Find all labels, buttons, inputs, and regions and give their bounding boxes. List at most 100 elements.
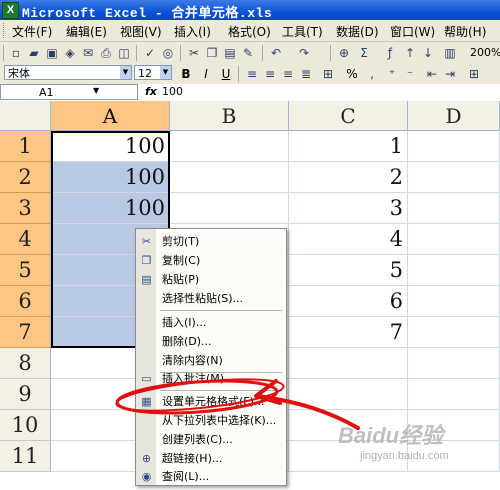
underline-button[interactable]: U bbox=[218, 66, 234, 82]
align-right-icon[interactable]: ≡ bbox=[280, 66, 296, 82]
cell-c2[interactable]: 2 bbox=[289, 162, 408, 193]
excel-app-icon[interactable]: X bbox=[2, 2, 19, 19]
zoom-box[interactable]: 200% bbox=[470, 46, 500, 59]
menu-edit[interactable]: 编辑(E) bbox=[66, 23, 107, 40]
select-all-corner[interactable] bbox=[0, 101, 51, 131]
row-header[interactable]: 7 bbox=[0, 317, 51, 348]
research-icon[interactable]: ◎ bbox=[160, 45, 176, 61]
justify-icon[interactable]: ≣ bbox=[298, 66, 314, 82]
chevron-down-icon[interactable]: ▼ bbox=[120, 66, 131, 79]
chart-wizard-icon[interactable]: ▥ bbox=[442, 45, 458, 61]
chevron-down-icon[interactable]: ▼ bbox=[93, 86, 99, 95]
increase-indent-icon[interactable]: ⇥ bbox=[442, 66, 458, 82]
context-item-format-cells[interactable]: ▦ 设置单元格格式(F)... bbox=[136, 392, 286, 411]
menu-file[interactable]: 文件(F) bbox=[12, 23, 52, 40]
function-icon[interactable]: ƒ bbox=[382, 45, 398, 61]
redo-icon[interactable]: ↷ bbox=[296, 45, 312, 61]
cell-c4[interactable]: 4 bbox=[289, 224, 408, 255]
cell-c1[interactable]: 1 bbox=[289, 131, 408, 162]
autosum-icon[interactable]: Σ bbox=[356, 45, 372, 61]
context-item-delete[interactable]: 删除(D)... bbox=[136, 332, 286, 351]
cell-c8[interactable] bbox=[289, 348, 408, 379]
context-item-copy[interactable]: ❐ 复制(C) bbox=[136, 251, 286, 270]
context-item-insert-comment[interactable]: ▭ 插入批注(M) bbox=[136, 369, 286, 388]
context-item-paste[interactable]: ▤ 粘贴(P) bbox=[136, 270, 286, 289]
row-header[interactable]: 10 bbox=[0, 410, 51, 441]
cell-c6[interactable]: 6 bbox=[289, 286, 408, 317]
menu-window[interactable]: 窗口(W) bbox=[390, 23, 435, 40]
column-header-a[interactable]: A bbox=[51, 101, 170, 131]
context-item-pick-from-list[interactable]: 从下拉列表中选择(K)... bbox=[136, 411, 286, 430]
print-preview-icon[interactable]: ◫ bbox=[116, 45, 132, 61]
cell-a3[interactable]: 100 bbox=[51, 193, 170, 224]
cell-c5[interactable]: 5 bbox=[289, 255, 408, 286]
hyperlink-icon[interactable]: ⊕ bbox=[336, 45, 352, 61]
align-center-icon[interactable]: ≡ bbox=[262, 66, 278, 82]
font-name-box[interactable]: 宋体 ▼ bbox=[4, 65, 132, 80]
cell-d4[interactable] bbox=[408, 224, 500, 255]
open-icon[interactable]: ▰ bbox=[26, 45, 42, 61]
row-header[interactable]: 8 bbox=[0, 348, 51, 379]
row-header[interactable]: 6 bbox=[0, 286, 51, 317]
context-item-lookup[interactable]: ◉ 查阅(L)... bbox=[136, 467, 286, 486]
menu-help[interactable]: 帮助(H) bbox=[444, 23, 486, 40]
name-box[interactable]: A1 ▼ bbox=[0, 84, 138, 100]
menu-tools[interactable]: 工具(T) bbox=[282, 23, 323, 40]
align-left-icon[interactable]: ≡ bbox=[244, 66, 260, 82]
row-header[interactable]: 3 bbox=[0, 193, 51, 224]
comma-style-icon[interactable]: , bbox=[364, 66, 380, 82]
cell-b1[interactable] bbox=[170, 131, 289, 162]
column-header-d[interactable]: D bbox=[408, 101, 500, 131]
cell-d1[interactable] bbox=[408, 131, 500, 162]
menu-insert[interactable]: 插入(I) bbox=[174, 23, 211, 40]
menu-data[interactable]: 数据(D) bbox=[336, 23, 379, 40]
column-header-c[interactable]: C bbox=[289, 101, 408, 131]
decrease-indent-icon[interactable]: ⇤ bbox=[424, 66, 440, 82]
print-icon[interactable]: ⎙ bbox=[98, 45, 114, 61]
menu-format[interactable]: 格式(O) bbox=[228, 23, 271, 40]
row-header[interactable]: 2 bbox=[0, 162, 51, 193]
increase-decimal-icon[interactable]: ⁺ bbox=[384, 66, 400, 82]
permission-icon[interactable]: ◈ bbox=[62, 45, 78, 61]
menu-view[interactable]: 视图(V) bbox=[120, 23, 162, 40]
percent-style-button[interactable]: % bbox=[344, 66, 360, 82]
cell-a1[interactable]: 100 bbox=[51, 131, 170, 162]
cut-icon[interactable]: ✂ bbox=[186, 45, 202, 61]
spelling-icon[interactable]: ✓ bbox=[142, 45, 158, 61]
decrease-decimal-icon[interactable]: ⁻ bbox=[402, 66, 418, 82]
context-item-paste-special[interactable]: 选择性粘贴(S)... bbox=[136, 289, 286, 308]
menu-grip[interactable] bbox=[3, 23, 7, 38]
undo-icon[interactable]: ↶ bbox=[268, 45, 284, 61]
bold-button[interactable]: B bbox=[178, 66, 194, 82]
chevron-down-icon[interactable]: ▼ bbox=[160, 66, 171, 79]
sort-ascending-icon[interactable]: ↑ bbox=[402, 45, 418, 61]
font-size-box[interactable]: 12 ▼ bbox=[134, 65, 172, 80]
cell-d5[interactable] bbox=[408, 255, 500, 286]
cell-d8[interactable] bbox=[408, 348, 500, 379]
format-painter-icon[interactable]: ✎ bbox=[240, 45, 256, 61]
italic-button[interactable]: I bbox=[198, 66, 214, 82]
borders-icon[interactable]: ⊞ bbox=[466, 66, 482, 82]
cell-d3[interactable] bbox=[408, 193, 500, 224]
email-icon[interactable]: ✉ bbox=[80, 45, 96, 61]
row-header[interactable]: 11 bbox=[0, 441, 51, 472]
cell-d9[interactable] bbox=[408, 379, 500, 410]
cell-c3[interactable]: 3 bbox=[289, 193, 408, 224]
cell-d2[interactable] bbox=[408, 162, 500, 193]
context-item-cut[interactable]: ✂ 剪切(T) bbox=[136, 232, 286, 251]
context-item-insert[interactable]: 插入(I)... bbox=[136, 313, 286, 332]
context-item-clear-contents[interactable]: 清除内容(N) bbox=[136, 351, 286, 370]
cell-d7[interactable] bbox=[408, 317, 500, 348]
cell-b2[interactable] bbox=[170, 162, 289, 193]
new-icon[interactable]: ▫ bbox=[8, 45, 24, 61]
insert-function-icon[interactable]: fx bbox=[145, 85, 157, 98]
row-header[interactable]: 5 bbox=[0, 255, 51, 286]
cell-c9[interactable] bbox=[289, 379, 408, 410]
context-item-create-list[interactable]: 创建列表(C)... bbox=[136, 430, 286, 449]
row-header[interactable]: 9 bbox=[0, 379, 51, 410]
copy-icon[interactable]: ❐ bbox=[204, 45, 220, 61]
cell-a2[interactable]: 100 bbox=[51, 162, 170, 193]
save-icon[interactable]: ▣ bbox=[44, 45, 60, 61]
row-header[interactable]: 1 bbox=[0, 131, 51, 162]
cell-b3[interactable] bbox=[170, 193, 289, 224]
